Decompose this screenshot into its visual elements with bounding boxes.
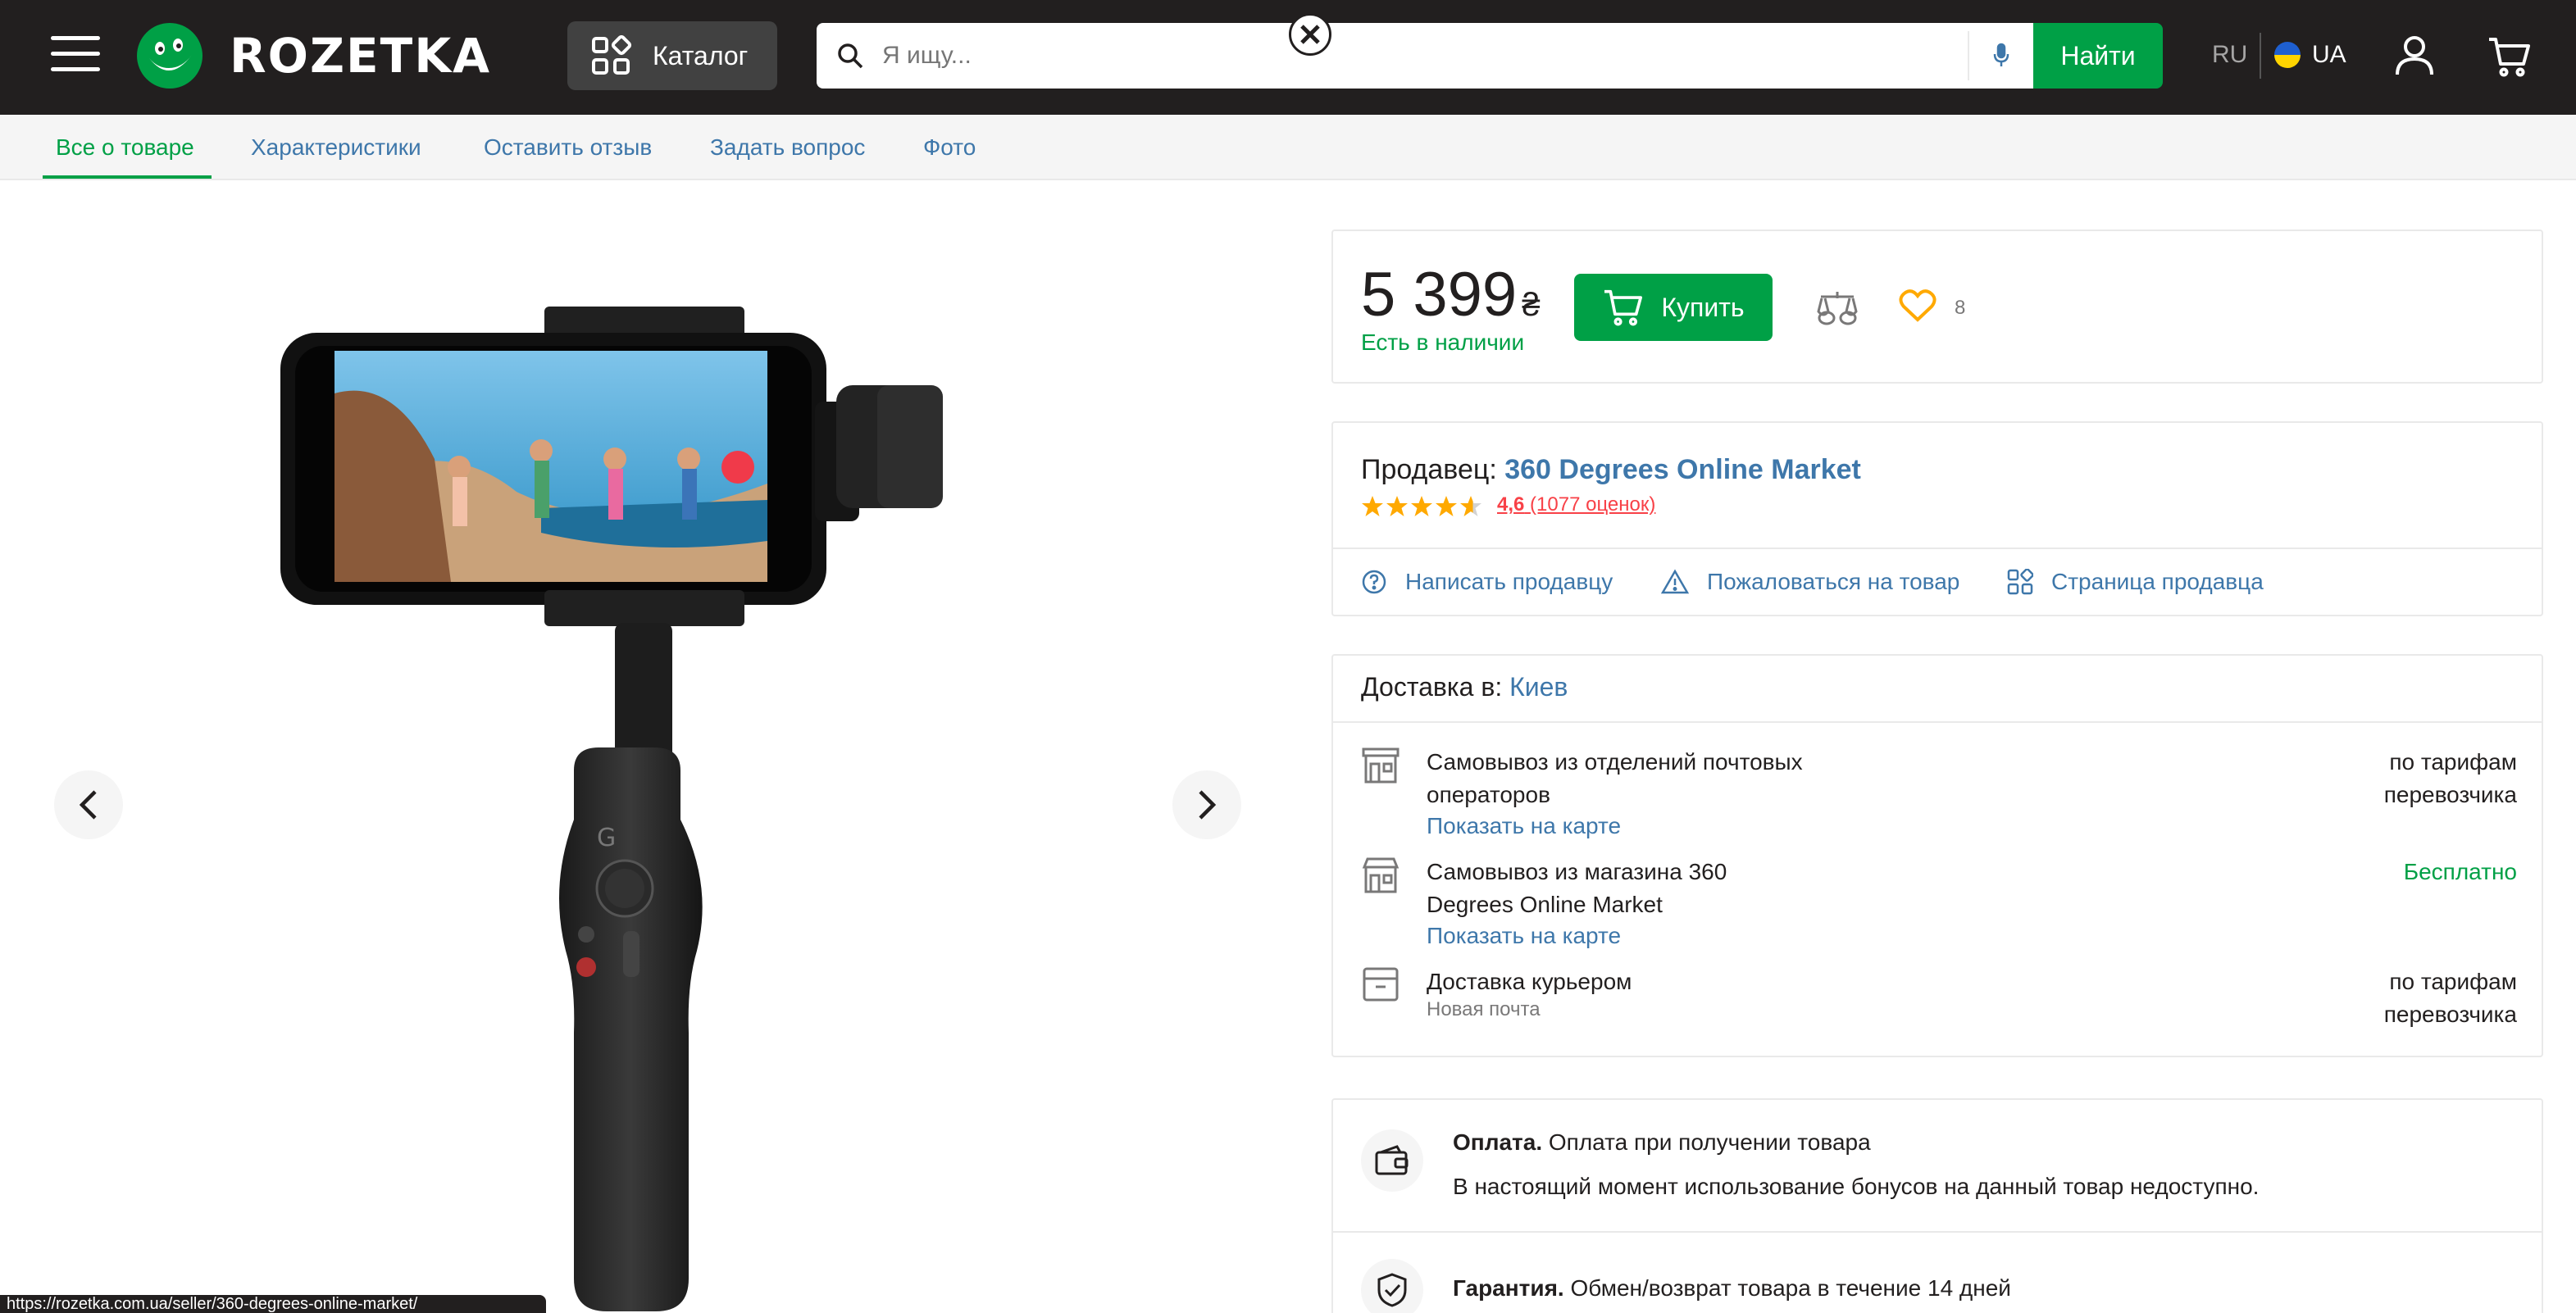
question-circle-icon xyxy=(1362,570,1386,594)
divider xyxy=(1333,721,2542,723)
tab-ask-question[interactable]: Задать вопрос xyxy=(710,134,865,161)
warranty-info: Гарантия. Обмен/возврат товара в течение… xyxy=(1453,1275,2011,1302)
active-tab-indicator xyxy=(43,175,212,179)
price-currency: ₴ xyxy=(1522,287,1541,323)
search-icon xyxy=(838,43,863,69)
delivery-panel: Доставка в: Киев Самовывоз из отделений … xyxy=(1331,654,2543,1057)
courier-box-icon xyxy=(1363,967,1399,1002)
rozetka-logo[interactable]: ROZETKA xyxy=(134,18,491,93)
show-on-map-link[interactable]: Показать на карте xyxy=(1427,813,1621,839)
header: ROZETKA Каталог Найти RU UA xyxy=(0,0,2576,115)
delivery-city-link[interactable]: Киев xyxy=(1509,672,1568,702)
post-office-icon xyxy=(1362,747,1400,784)
chevron-right-icon xyxy=(1199,790,1217,820)
lang-divider xyxy=(2260,33,2261,79)
seller-panel: Продавец: 360 Degrees Online Market 4,6 … xyxy=(1331,421,2543,616)
lang-ua-label: UA xyxy=(2312,41,2346,68)
logo-smile-icon xyxy=(137,23,203,89)
search-submit-button[interactable]: Найти xyxy=(2033,23,2163,89)
lang-ua-switch[interactable]: UA xyxy=(2274,41,2346,69)
show-on-map-link[interactable]: Показать на карте xyxy=(1427,923,1621,949)
delivery-option-name: Самовывоз из магазина 360 Degrees Online… xyxy=(1427,859,1727,917)
payment-warranty-panel: Оплата. Оплата при получении товара В на… xyxy=(1331,1098,2543,1313)
bonus-note: В настоящий момент использование бонусов… xyxy=(1453,1174,2260,1199)
wallet-icon xyxy=(1361,1129,1423,1192)
rating-count: (1077 оценок) xyxy=(1530,493,1656,516)
cart-icon xyxy=(1604,289,1643,326)
store-grid-icon xyxy=(2007,569,2033,595)
seller-line: Продавец: 360 Degrees Online Market xyxy=(1361,454,1861,486)
divider xyxy=(1333,547,2542,549)
gallery-next-button[interactable] xyxy=(1172,770,1241,839)
svg-text:G: G xyxy=(597,824,616,852)
seller-page-button[interactable]: Страница продавца xyxy=(2007,569,2264,595)
payment-info: Оплата. Оплата при получении товара xyxy=(1453,1129,1871,1156)
warning-triangle-icon xyxy=(1661,569,1689,594)
search-input[interactable] xyxy=(882,25,1948,87)
status-bar-url: https://rozetka.com.ua/seller/360-degree… xyxy=(0,1295,546,1313)
catalog-button[interactable]: Каталог xyxy=(567,21,777,90)
delivery-title: Доставка в: Киев xyxy=(1361,672,1568,702)
payment-label: Оплата. xyxy=(1453,1129,1543,1155)
complain-button[interactable]: Пожаловаться на товар xyxy=(1661,569,1959,595)
compare-scales-icon[interactable] xyxy=(1817,290,1858,326)
delivery-prefix: Доставка в: xyxy=(1361,672,1503,702)
microphone-icon[interactable] xyxy=(1968,31,2033,80)
delivery-option-price: по тарифам перевозчика xyxy=(2383,969,2517,1027)
availability-status: Есть в наличии xyxy=(1361,329,1525,355)
seller-name-link[interactable]: 360 Degrees Online Market xyxy=(1504,454,1861,485)
divider xyxy=(1333,1231,2542,1233)
buy-button[interactable]: Купить xyxy=(1574,274,1773,341)
tab-photo[interactable]: Фото xyxy=(923,134,976,161)
wishlist-count: 8 xyxy=(1955,297,1966,319)
write-seller-button[interactable]: Написать продавцу xyxy=(1361,569,1613,595)
seller-rating-link[interactable]: 4,6 (1077 оценок) xyxy=(1497,493,1655,516)
complain-label: Пожаловаться на товар xyxy=(1707,569,1960,594)
catalog-grid-icon xyxy=(592,35,631,75)
delivery-option-price: по тарифам перевозчика xyxy=(2383,749,2517,807)
product-tabs: Все о товаре Характеристики Оставить отз… xyxy=(0,115,2576,180)
gallery-prev-button[interactable] xyxy=(54,770,123,839)
product-price: 5 399 ₴ xyxy=(1361,259,1540,330)
user-icon[interactable] xyxy=(2394,34,2435,77)
seller-prefix: Продавец: xyxy=(1361,454,1497,485)
catalog-label: Каталог xyxy=(653,40,749,70)
rating-value: 4,6 xyxy=(1497,493,1525,516)
close-overlay-icon[interactable] xyxy=(1289,13,1331,56)
shield-check-icon xyxy=(1361,1259,1423,1313)
payment-text: Оплата при получении товара xyxy=(1548,1129,1871,1155)
product-image-gimbal[interactable]: G xyxy=(271,295,976,1313)
tab-all-about[interactable]: Все о товаре xyxy=(56,134,194,161)
ukraine-flag-icon xyxy=(2274,42,2301,68)
logo-text: ROZETKA xyxy=(230,28,492,84)
tab-leave-review[interactable]: Оставить отзыв xyxy=(484,134,652,161)
cart-icon[interactable] xyxy=(2487,36,2532,77)
chevron-left-icon xyxy=(79,790,97,820)
write-seller-label: Написать продавцу xyxy=(1405,569,1613,594)
price-value: 5 399 xyxy=(1361,260,1518,329)
price-panel: 5 399 ₴ Есть в наличии Купить 8 xyxy=(1331,229,2543,384)
seller-page-label: Страница продавца xyxy=(2051,569,2264,594)
seller-rating-stars xyxy=(1361,495,1487,518)
delivery-option-carrier: Новая почта xyxy=(1427,998,1541,1020)
lang-ru-switch[interactable]: RU xyxy=(2212,41,2247,69)
search-bar xyxy=(817,23,2033,89)
delivery-option-name: Самовывоз из отделений почтовых оператор… xyxy=(1427,749,1803,807)
warranty-text: Обмен/возврат товара в течение 14 дней xyxy=(1570,1275,2011,1301)
delivery-option-price: Бесплатно xyxy=(2403,859,2517,884)
warranty-label: Гарантия. xyxy=(1453,1275,1564,1301)
buy-label: Купить xyxy=(1661,292,1745,322)
store-icon xyxy=(1362,857,1400,893)
delivery-option-name: Доставка курьером xyxy=(1427,969,1632,994)
tab-characteristics[interactable]: Характеристики xyxy=(251,134,421,161)
wishlist-heart-icon[interactable] xyxy=(1899,288,1937,323)
menu-icon[interactable] xyxy=(51,36,100,77)
